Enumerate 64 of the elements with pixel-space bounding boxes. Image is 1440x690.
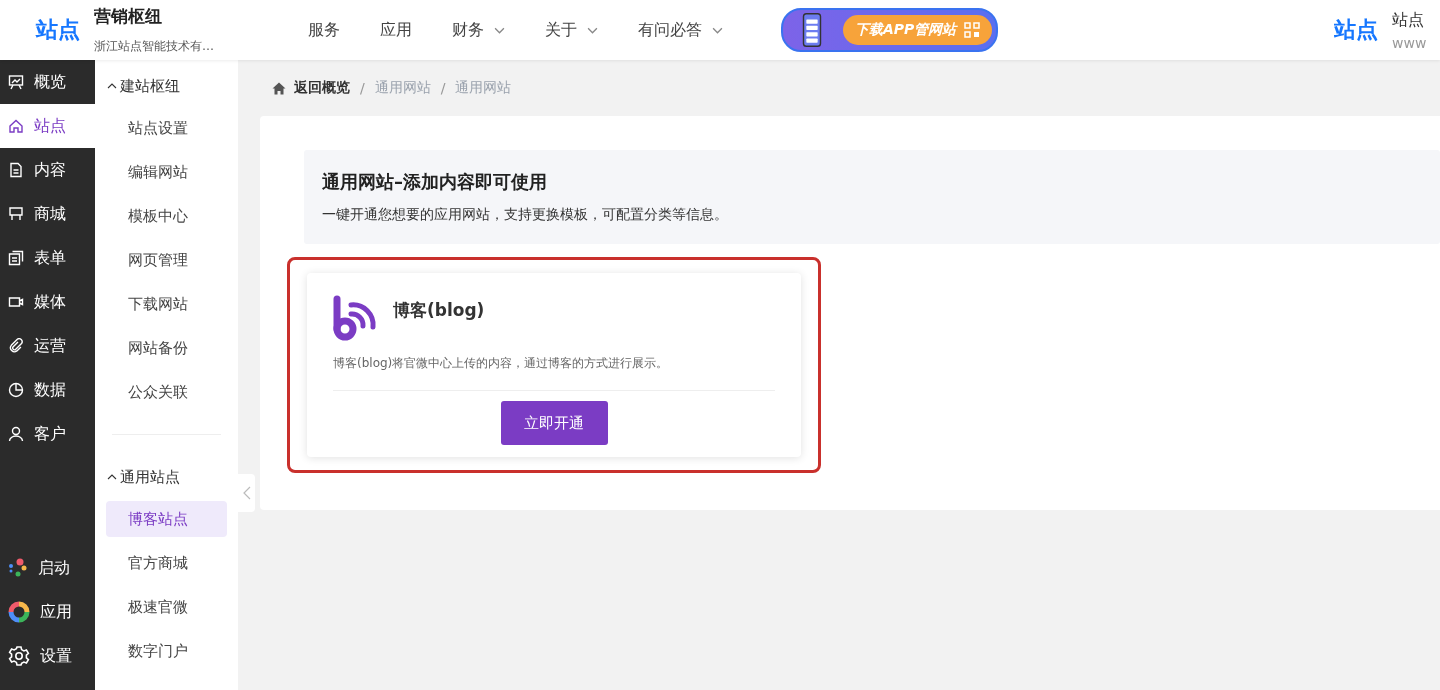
app-title: 营销枢纽: [94, 5, 163, 28]
caret-icon: [107, 83, 117, 89]
sidebar-item[interactable]: 表单: [0, 236, 95, 280]
intro-title: 通用网站–添加内容即可使用: [322, 170, 548, 194]
colored-dots-icon: [8, 558, 28, 578]
sidebar-item[interactable]: 设置: [0, 634, 95, 678]
presentation-board-icon: [8, 74, 24, 90]
submenu-item[interactable]: 模板中心: [106, 198, 227, 234]
sidebar-item[interactable]: 客户: [0, 412, 95, 456]
settings-icon: [8, 645, 30, 667]
submenu-group[interactable]: 建站枢纽: [95, 66, 238, 106]
sidebar-item[interactable]: 启动: [0, 546, 95, 590]
paperclip-icon: [8, 338, 24, 354]
home-icon: [272, 81, 286, 95]
nav-link[interactable]: 有问必答: [638, 19, 723, 41]
app-description: 博客(blog)将官微中心上传的内容，通过博客的方式进行展示。: [333, 355, 670, 372]
submenu-item[interactable]: 网站备份: [106, 330, 227, 366]
nav-link[interactable]: 关于: [545, 19, 598, 41]
sidebar-item[interactable]: 运营: [0, 324, 95, 368]
sidebar-item[interactable]: 数据: [0, 368, 95, 412]
user-icon: [8, 426, 24, 442]
shop-icon: [8, 206, 24, 222]
intro-description: 一键开通您想要的应用网站，支持更换模板，可配置分类等信息。: [322, 206, 729, 224]
document-icon: [8, 162, 24, 178]
chevron-down-icon: [494, 26, 505, 34]
logo-text: 站点: [36, 16, 80, 44]
site-url: www: [1392, 34, 1427, 51]
activate-button[interactable]: 立即开通: [500, 401, 608, 445]
home-icon: [8, 118, 24, 134]
collapse-handle[interactable]: [238, 474, 255, 512]
breadcrumb-link[interactable]: 返回概览: [294, 79, 350, 97]
app-name: 博客(blog): [393, 299, 485, 322]
sidebar-item[interactable]: 站点: [0, 104, 95, 148]
nav-link[interactable]: 财务: [452, 19, 505, 41]
nav-link[interactable]: 应用: [380, 19, 412, 41]
submenu-item[interactable]: 编辑网站: [106, 154, 227, 190]
logo-text: 站点: [1334, 16, 1378, 44]
sidebar-item[interactable]: 应用: [0, 590, 95, 634]
site-name: 站点: [1392, 9, 1425, 31]
phone-icon: [801, 13, 823, 47]
submenu-item[interactable]: 极速官微: [106, 589, 227, 625]
submenu-item[interactable]: 官方商城: [106, 545, 227, 581]
sidebar-item[interactable]: 内容: [0, 148, 95, 192]
submenu-item[interactable]: 博客站点: [106, 501, 227, 537]
qr-code-icon: [964, 22, 981, 38]
sidebar-item[interactable]: 商城: [0, 192, 95, 236]
submenu-group[interactable]: 通用站点: [95, 457, 238, 497]
pie-chart-icon: [8, 382, 24, 398]
breadcrumb-separator: /: [360, 80, 365, 96]
submenu-item[interactable]: 网页管理: [106, 242, 227, 278]
sidebar-item[interactable]: 概览: [0, 60, 95, 104]
chevron-down-icon: [587, 26, 598, 34]
submenu-item[interactable]: 数字门户: [106, 633, 227, 669]
nav-link[interactable]: 服务: [308, 19, 340, 41]
submenu-item[interactable]: 公众关联: [106, 374, 227, 410]
video-icon: [8, 294, 24, 310]
submenu-item[interactable]: 下载网站: [106, 286, 227, 322]
submenu-item[interactable]: 站点设置: [106, 110, 227, 146]
breadcrumb-separator: /: [440, 80, 446, 96]
colorful-ring-icon: [8, 601, 30, 623]
form-icon: [8, 250, 24, 266]
sidebar-item[interactable]: 媒体: [0, 280, 95, 324]
chevron-down-icon: [712, 26, 723, 34]
caret-icon: [107, 474, 117, 480]
